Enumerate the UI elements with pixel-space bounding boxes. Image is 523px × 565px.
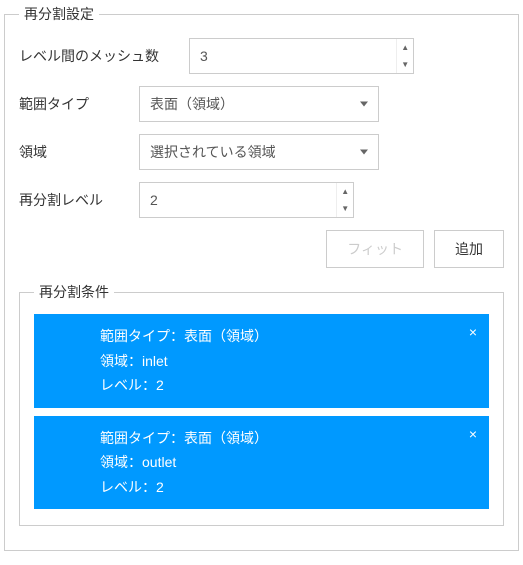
region-select[interactable]: 選択されている領域 (139, 134, 379, 170)
mesh-count-spinner[interactable]: ▲ ▼ (189, 38, 414, 74)
region-label: 領域 (19, 142, 139, 162)
region-value: 選択されている領域 (150, 142, 276, 162)
mesh-count-up-button[interactable]: ▲ (397, 39, 413, 56)
button-row: フィット 追加 (19, 230, 504, 268)
condition-card[interactable]: ×範囲タイプ：表面（領域）領域：inletレベル：2 (34, 314, 489, 408)
condition-region: 領域：outlet (100, 450, 475, 475)
refinement-conditions-legend: 再分割条件 (34, 282, 114, 302)
chevron-down-icon (360, 102, 368, 107)
level-up-button[interactable]: ▲ (337, 183, 353, 200)
condition-level: レベル：2 (100, 475, 475, 500)
level-label: 再分割レベル (19, 190, 139, 210)
refinement-settings-legend: 再分割設定 (19, 4, 99, 24)
range-type-label: 範囲タイプ (19, 94, 139, 114)
range-type-value: 表面（領域） (150, 94, 234, 114)
mesh-count-row: レベル間のメッシュ数 ▲ ▼ (19, 38, 504, 74)
mesh-count-label: レベル間のメッシュ数 (19, 46, 189, 66)
range-type-row: 範囲タイプ 表面（領域） (19, 86, 504, 122)
add-button[interactable]: 追加 (434, 230, 504, 268)
condition-card[interactable]: ×範囲タイプ：表面（領域）領域：outletレベル：2 (34, 416, 489, 510)
range-type-select[interactable]: 表面（領域） (139, 86, 379, 122)
mesh-count-input[interactable] (190, 39, 396, 73)
level-row: 再分割レベル ▲ ▼ (19, 182, 504, 218)
close-icon[interactable]: × (469, 426, 477, 442)
refinement-settings-fieldset: 再分割設定 レベル間のメッシュ数 ▲ ▼ 範囲タイプ 表面（領域） 領域 選択さ… (4, 4, 519, 551)
refinement-conditions-fieldset: 再分割条件 ×範囲タイプ：表面（領域）領域：inletレベル：2×範囲タイプ：表… (19, 282, 504, 526)
level-spinner[interactable]: ▲ ▼ (139, 182, 354, 218)
condition-level: レベル：2 (100, 373, 475, 398)
condition-region: 領域：inlet (100, 349, 475, 374)
condition-range-type: 範囲タイプ：表面（領域） (100, 426, 475, 451)
chevron-down-icon (360, 150, 368, 155)
mesh-count-down-button[interactable]: ▼ (397, 56, 413, 73)
level-down-button[interactable]: ▼ (337, 200, 353, 217)
mesh-count-spin-buttons: ▲ ▼ (396, 39, 413, 73)
close-icon[interactable]: × (469, 324, 477, 340)
fit-button[interactable]: フィット (326, 230, 424, 268)
condition-list: ×範囲タイプ：表面（領域）領域：inletレベル：2×範囲タイプ：表面（領域）領… (34, 314, 489, 509)
level-input[interactable] (140, 183, 336, 217)
condition-range-type: 範囲タイプ：表面（領域） (100, 324, 475, 349)
region-row: 領域 選択されている領域 (19, 134, 504, 170)
level-spin-buttons: ▲ ▼ (336, 183, 353, 217)
